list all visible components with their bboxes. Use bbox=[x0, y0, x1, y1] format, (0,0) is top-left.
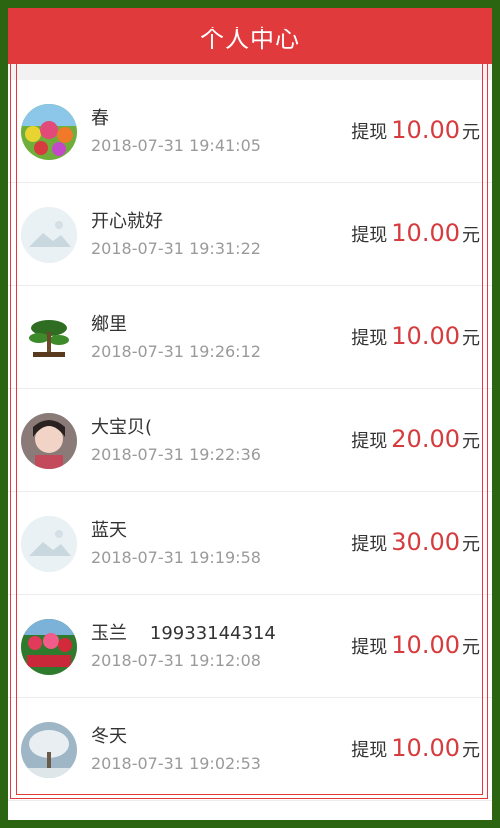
currency-unit: 元 bbox=[462, 534, 480, 555]
header-spacer bbox=[8, 64, 492, 80]
list-item[interactable]: 开心就好 2018-07-31 19:31:22 提现 10.00 元 bbox=[8, 183, 492, 286]
user-name: 玉兰 19933144314 bbox=[91, 623, 276, 644]
withdraw-label: 提现 bbox=[351, 225, 388, 246]
list-item[interactable]: 春 2018-07-31 19:41:05 提现 10.00 元 bbox=[8, 80, 492, 183]
user-name: 冬天 bbox=[91, 726, 127, 747]
withdraw-label: 提现 bbox=[351, 328, 388, 349]
withdrawal-amount: 提现 30.00 元 bbox=[351, 528, 480, 556]
amount-value: 10.00 bbox=[391, 219, 460, 247]
record-time: 2018-07-31 19:02:53 bbox=[91, 754, 261, 773]
withdrawal-amount: 提现 10.00 元 bbox=[351, 734, 480, 762]
amount-value: 10.00 bbox=[391, 631, 460, 659]
withdrawal-amount: 提现 10.00 元 bbox=[351, 322, 480, 350]
withdraw-label: 提现 bbox=[351, 534, 388, 555]
bonsai-avatar bbox=[21, 310, 77, 366]
record-time: 2018-07-31 19:26:12 bbox=[91, 342, 261, 361]
list-item[interactable]: 鄉里 2018-07-31 19:26:12 提现 10.00 元 bbox=[8, 286, 492, 389]
withdraw-label: 提现 bbox=[351, 431, 388, 452]
flowers-avatar bbox=[21, 104, 77, 160]
withdraw-label: 提现 bbox=[351, 637, 388, 658]
list-item[interactable]: 玉兰 19933144314 2018-07-31 19:12:08 提现 10… bbox=[8, 595, 492, 698]
withdraw-label: 提现 bbox=[351, 122, 388, 143]
currency-unit: 元 bbox=[462, 431, 480, 452]
currency-unit: 元 bbox=[462, 637, 480, 658]
user-name: 鄉里 bbox=[91, 314, 127, 335]
currency-unit: 元 bbox=[462, 740, 480, 761]
page-frame: 个人中心 春 2018-07-31 19:41:05 提现 10.00 元 开心… bbox=[8, 8, 492, 820]
record-time: 2018-07-31 19:12:08 bbox=[91, 651, 261, 670]
user-name: 春 bbox=[91, 108, 109, 129]
user-name: 大宝贝( bbox=[91, 417, 153, 438]
currency-unit: 元 bbox=[462, 225, 480, 246]
record-time: 2018-07-31 19:19:58 bbox=[91, 548, 261, 567]
withdrawal-list: 春 2018-07-31 19:41:05 提现 10.00 元 开心就好 20… bbox=[8, 80, 492, 801]
withdrawal-amount: 提现 20.00 元 bbox=[351, 425, 480, 453]
user-name: 开心就好 bbox=[91, 211, 163, 232]
list-item[interactable]: 冬天 2018-07-31 19:02:53 提现 10.00 元 bbox=[8, 698, 492, 801]
page-header: 个人中心 bbox=[8, 8, 492, 64]
record-time: 2018-07-31 19:22:36 bbox=[91, 445, 261, 464]
snow-tree-avatar bbox=[21, 722, 77, 778]
withdraw-label: 提现 bbox=[351, 740, 388, 761]
amount-value: 20.00 bbox=[391, 425, 460, 453]
portrait-avatar bbox=[21, 413, 77, 469]
currency-unit: 元 bbox=[462, 122, 480, 143]
record-time: 2018-07-31 19:41:05 bbox=[91, 136, 261, 155]
list-item[interactable]: 蓝天 2018-07-31 19:19:58 提现 30.00 元 bbox=[8, 492, 492, 595]
page-title: 个人中心 bbox=[200, 24, 300, 53]
amount-value: 10.00 bbox=[391, 322, 460, 350]
amount-value: 10.00 bbox=[391, 734, 460, 762]
withdrawal-amount: 提现 10.00 元 bbox=[351, 219, 480, 247]
record-time: 2018-07-31 19:31:22 bbox=[91, 239, 261, 258]
flower-bed-avatar bbox=[21, 619, 77, 675]
currency-unit: 元 bbox=[462, 328, 480, 349]
default-avatar bbox=[21, 516, 77, 572]
withdrawal-amount: 提现 10.00 元 bbox=[351, 631, 480, 659]
amount-value: 10.00 bbox=[391, 116, 460, 144]
amount-value: 30.00 bbox=[391, 528, 460, 556]
list-item[interactable]: 大宝贝( 2018-07-31 19:22:36 提现 20.00 元 bbox=[8, 389, 492, 492]
withdrawal-amount: 提现 10.00 元 bbox=[351, 116, 480, 144]
user-name: 蓝天 bbox=[91, 520, 127, 541]
default-avatar bbox=[21, 207, 77, 263]
